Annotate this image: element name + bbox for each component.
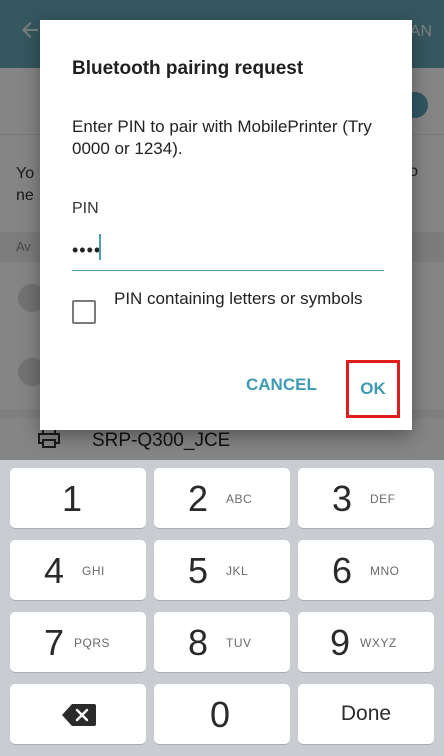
key-digit: 1 [62, 478, 83, 519]
dialog-message: Enter PIN to pair with MobilePrinter (Tr… [72, 117, 372, 158]
key-digit: 0 [210, 694, 231, 735]
key-digit: 9 [330, 622, 351, 663]
text-cursor [99, 234, 101, 260]
key-letters: GHI [82, 564, 105, 578]
key-digit: 8 [188, 622, 209, 663]
key-letters: MNO [370, 564, 400, 578]
pin-input[interactable] [72, 230, 384, 271]
pin-letters-option[interactable]: PIN containing letters or symbols [72, 288, 392, 338]
key-0[interactable]: 0 [154, 684, 290, 744]
key-2[interactable]: 2 ABC [154, 468, 290, 528]
ok-button[interactable]: OK [346, 360, 400, 418]
key-letters: DEF [370, 492, 396, 506]
key-6[interactable]: 6 MNO [298, 540, 434, 600]
key-5[interactable]: 5 JKL [154, 540, 290, 600]
key-letters: TUV [226, 636, 252, 650]
key-digit: 7 [44, 622, 65, 663]
done-key[interactable]: Done [298, 684, 434, 744]
key-3[interactable]: 3 DEF [298, 468, 434, 528]
key-4[interactable]: 4 GHI [10, 540, 146, 600]
key-digit: 5 [188, 550, 209, 591]
pin-label: PIN [72, 200, 99, 217]
key-7[interactable]: 7 PQRS [10, 612, 146, 672]
key-digit: 2 [188, 478, 209, 519]
bluetooth-pairing-dialog: Bluetooth pairing request Enter PIN to p… [40, 20, 412, 430]
key-digit: 3 [332, 478, 353, 519]
key-8[interactable]: 8 TUV [154, 612, 290, 672]
key-letters: PQRS [74, 636, 111, 650]
cancel-button[interactable]: CANCEL [246, 375, 317, 395]
key-digit: 4 [44, 550, 65, 591]
backspace-icon [62, 704, 96, 726]
key-letters: ABC [226, 492, 253, 506]
numeric-keypad: 1 2 ABC 3 DEF 4 GHI 5 JKL 6 MNO 7 PQRS 8… [0, 460, 444, 756]
key-letters: JKL [226, 564, 249, 578]
key-digit: 6 [332, 550, 353, 591]
dialog-title: Bluetooth pairing request [72, 58, 304, 79]
pin-letters-label: PIN containing letters or symbols [114, 289, 363, 308]
backspace-key[interactable] [10, 684, 146, 744]
pin-letters-checkbox[interactable] [72, 300, 96, 324]
key-letters: WXYZ [360, 636, 397, 650]
key-9[interactable]: 9 WXYZ [298, 612, 434, 672]
key-1[interactable]: 1 [10, 468, 146, 528]
